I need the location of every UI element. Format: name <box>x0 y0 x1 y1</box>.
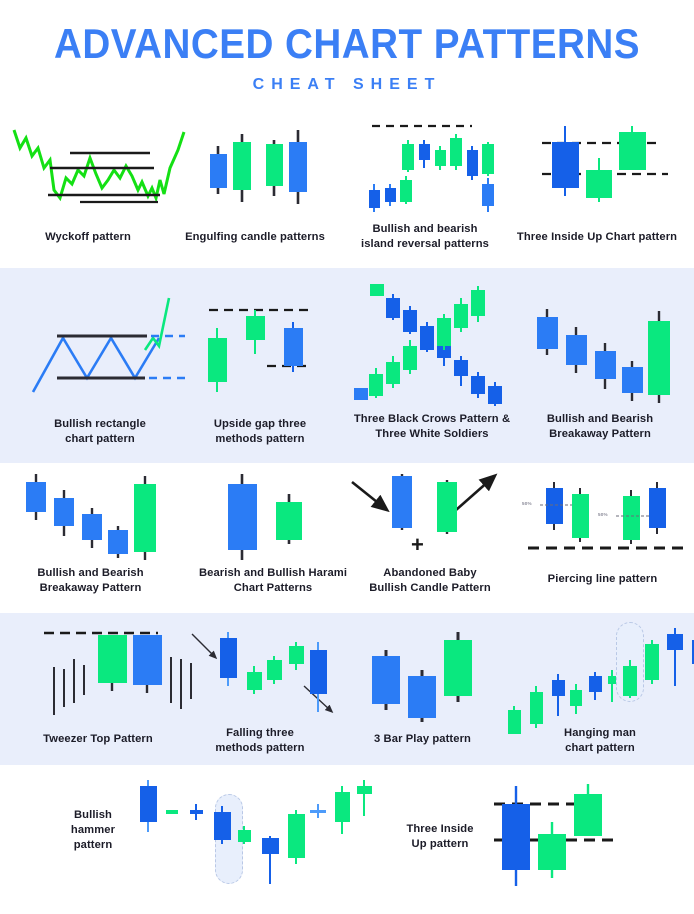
hanging-man-chart <box>508 628 694 734</box>
pattern-bullish-hammer[interactable] <box>130 778 372 898</box>
piercing-label-left: 50% <box>522 501 532 506</box>
caption-abandoned-baby: Abandoned Baby Bullish Candle Pattern <box>369 567 491 594</box>
candle-body-green-2 <box>266 144 283 186</box>
caption-upside-gap-three: Upside gap three methods pattern <box>213 418 307 445</box>
caption-breakaway-1: Bullish and Bearish Breakaway Pattern <box>546 413 654 440</box>
caption-three-inside-up-1: Three Inside Up Chart pattern <box>516 231 678 243</box>
pattern-bullish-rectangle[interactable] <box>25 290 185 400</box>
three-inside-up-1-chart <box>542 126 668 202</box>
candle-body-blue-2 <box>289 142 307 192</box>
falling-three-chart <box>191 632 334 714</box>
caption-falling-three: Falling three methods pattern <box>215 727 305 754</box>
wyckoff-price-line <box>12 129 186 204</box>
three-bar-play-chart <box>372 632 472 722</box>
page-header: ADVANCED CHART PATTERNS CHEAT SHEET <box>0 0 694 94</box>
tweezer-top-chart <box>44 631 192 715</box>
caption-tweezer-top: Tweezer Top Pattern <box>43 733 153 745</box>
candle-body-green <box>98 635 127 683</box>
pattern-harami[interactable] <box>200 470 330 565</box>
bullish-hammer-chart <box>140 780 372 884</box>
down-arrow-icon-left <box>191 633 218 660</box>
pattern-three-bar-play[interactable] <box>358 622 478 727</box>
up-arrow-icon <box>455 473 498 511</box>
candle-body-green-2 <box>619 132 646 170</box>
breakaway-2-chart <box>26 474 156 560</box>
candle-body-blue-1 <box>210 154 227 188</box>
three-inside-up-2-chart <box>494 784 620 886</box>
engulfing-chart <box>210 130 307 204</box>
bullish-rectangle-chart <box>31 297 185 393</box>
piercing-line-chart <box>528 482 688 550</box>
crows-soldiers-chart <box>354 284 502 406</box>
pattern-engulfing[interactable] <box>190 118 320 213</box>
caption-bullish-hammer: Bullish hammer pattern <box>70 809 116 851</box>
down-arrow-icon <box>351 480 390 513</box>
page-subtitle: CHEAT SHEET <box>252 76 442 94</box>
candle-body-green-1 <box>586 170 612 198</box>
caption-hanging-man: Hanging man chart pattern <box>564 727 636 754</box>
pattern-piercing-line[interactable]: 50% 50% <box>520 478 690 563</box>
candle-body-blue-1 <box>552 142 579 188</box>
piercing-label-right: 50% <box>598 512 608 517</box>
pattern-hanging-man[interactable] <box>500 618 694 736</box>
page-title: ADVANCED CHART PATTERNS <box>54 20 640 67</box>
cheatsheet-page: ADVANCED CHART PATTERNS CHEAT SHEET Wyck… <box>0 0 694 914</box>
caption-crows-soldiers: Three Black Crows Pattern & Three White … <box>353 413 511 440</box>
candle-body-small-green <box>276 502 302 540</box>
harami-chart <box>228 474 302 560</box>
caption-wyckoff: Wyckoff pattern <box>45 231 131 243</box>
island-reversal-chart <box>369 124 494 212</box>
caption-three-inside-up-2: Three Inside Up pattern <box>406 823 474 850</box>
pattern-tweezer-top[interactable] <box>30 625 192 725</box>
caption-piercing-line: Piercing line pattern <box>547 573 658 585</box>
pattern-crows-soldiers[interactable] <box>348 278 508 408</box>
pattern-falling-three[interactable] <box>186 628 336 728</box>
pattern-three-inside-up-1[interactable] <box>522 118 682 213</box>
abandoned-baby-chart <box>351 473 498 534</box>
pattern-island-reversal[interactable] <box>348 118 498 218</box>
abandoned-baby-plus: + <box>411 532 424 557</box>
wyckoff-chart <box>12 129 186 204</box>
pattern-breakaway-2[interactable] <box>12 472 162 562</box>
caption-bullish-rectangle: Bullish rectangle chart pattern <box>54 418 146 445</box>
caption-breakaway-2: Bullish and Bearish Breakaway Pattern <box>37 567 144 594</box>
pattern-breakaway-1[interactable] <box>525 305 675 405</box>
candle-body-blue <box>133 635 162 685</box>
upside-gap-three-chart <box>208 308 311 392</box>
candle-body-green-1 <box>233 142 251 190</box>
caption-island-reversal: Bullish and bearish island reversal patt… <box>360 223 489 250</box>
pattern-three-inside-up-2[interactable] <box>490 782 650 892</box>
breakaway-1-chart <box>537 309 670 403</box>
caption-three-bar-play: 3 Bar Play pattern <box>374 733 471 745</box>
pattern-upside-gap-three[interactable] <box>195 300 325 400</box>
candle-body-large-blue <box>228 484 257 550</box>
pattern-abandoned-baby[interactable]: + <box>348 472 508 572</box>
caption-engulfing: Engulfing candle patterns <box>185 231 325 243</box>
pattern-wyckoff[interactable] <box>8 118 186 213</box>
